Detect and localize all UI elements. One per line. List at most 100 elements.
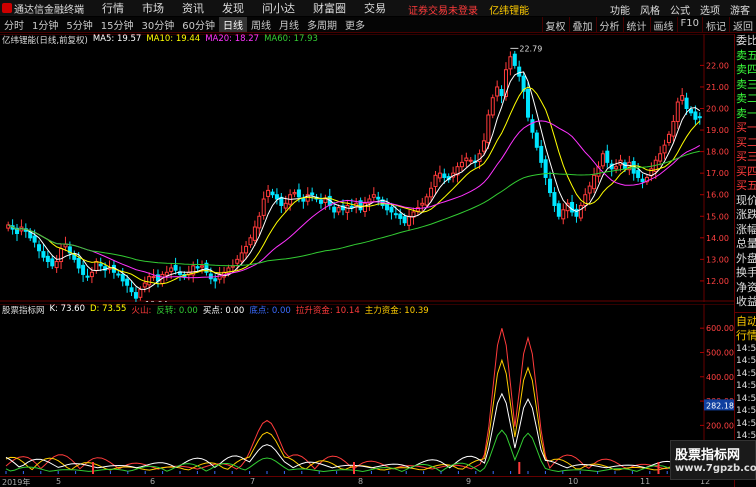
candle-body [318,199,323,204]
f10-button[interactable]: F10 [676,17,702,33]
menu-trade[interactable]: 交易 [364,0,386,16]
candle-body [389,206,394,213]
price-tick-label: 13.00 [706,255,729,264]
candle-body [468,159,473,162]
candle-body [495,86,500,97]
ma60-label: MA60: 17.93 [264,34,318,44]
tab-daily[interactable]: 日线 [218,17,247,32]
candle-body [570,201,575,213]
indicator-legend: 股票指标网 K: 73.60 D: 73.55 火山: 反转: 0.00 买点:… [2,304,429,316]
high-price-label: 22.79 [519,44,542,53]
candle-body [173,264,178,271]
ind-volcano: 火山: [131,306,152,316]
candle-body [323,198,328,203]
candle-body [658,153,663,162]
menu-guest[interactable]: 游客 [730,2,750,17]
tab-30min[interactable]: 30分钟 [137,17,178,32]
month-label: 7 [250,477,256,486]
candle-body [636,170,641,178]
chart-title: 亿纬锂能(日线,前复权) [2,36,88,46]
mark-button[interactable]: 标记 [702,17,729,33]
login-notice[interactable]: 证券交易未登录 [408,6,478,17]
tick-time: 14:50 [736,406,756,416]
candle-body [600,153,605,167]
candle-body [349,205,354,209]
tab-5min[interactable]: 5分钟 [62,17,96,32]
ma20-label: MA20: 18.27 [205,34,260,44]
side-label: 外盘 [736,251,756,265]
candle-body [688,108,693,114]
candle-body [252,226,257,241]
candle-body [481,140,486,152]
draw-button[interactable]: 画线 [649,17,677,33]
tick-time: 14:50 [736,381,756,391]
candle-body [539,145,544,163]
price-tick-label: 18.00 [706,148,729,157]
kline-svg[interactable]: 22.00 21.00 20.00 19.00 18.00 17.00 16.00 15.00… [0,34,734,302]
login-status: 证券交易未登录 亿纬锂能 [408,2,529,17]
side-label: 涨幅 [736,222,756,236]
tab-60min[interactable]: 60分钟 [178,17,219,32]
side-label: 卖三 [736,77,756,91]
candles [6,50,702,302]
adjust-button[interactable]: 复权 [541,17,569,33]
menu-options[interactable]: 选项 [700,2,720,17]
candle-body [499,89,504,97]
menu-ask[interactable]: 问小达 [262,0,295,16]
ind-k: K: 73.60 [49,304,85,314]
month-label: 8 [358,477,364,486]
tab-weekly[interactable]: 周线 [247,17,275,32]
price-tick-label: 19.00 [706,126,729,135]
back-button[interactable]: 返回 [729,17,756,33]
ind-tick-label: 400.00 [706,373,734,382]
tab-15min[interactable]: 15分钟 [97,17,138,32]
side-label: 卖四 [736,63,756,76]
candle-body [239,252,244,262]
tab-monthly[interactable]: 月线 [275,17,303,32]
menu-right: 功能 风格 公式 选项 游客 [610,2,750,17]
candle-body [292,192,297,195]
ind-pull-fund: 拉升资金: 10.14 [295,306,360,316]
candle-body [54,261,59,269]
app-logo: 通达信金融终端 [0,1,84,16]
menu-market[interactable]: 市场 [142,0,164,16]
indicator-svg[interactable]: 600.00500.00400.00300.00200.00100.00282.… [0,304,734,476]
menu-function[interactable]: 功能 [610,2,630,17]
candle-body [552,192,557,206]
menu-quotes[interactable]: 行情 [102,0,124,16]
candle-body [561,209,566,220]
ind-tick-label: 500.00 [706,348,734,357]
tab-1min[interactable]: 1分钟 [28,17,62,32]
candle-body [548,178,553,194]
side-label: 买四 [736,164,756,178]
tab-intraday[interactable]: 分时 [0,17,28,32]
candle-body [81,264,86,275]
tab-more[interactable]: 更多 [341,17,369,32]
menu-formula[interactable]: 公式 [670,2,690,17]
menu-style[interactable]: 风格 [640,2,660,17]
menu-news[interactable]: 资讯 [182,0,204,16]
ind-tick-label: 200.00 [706,421,734,430]
tab-multi-period[interactable]: 多周期 [303,17,341,32]
candle-body [208,273,213,280]
menu-wealth[interactable]: 财富圈 [313,0,346,16]
candle-body [526,89,530,118]
analysis-button[interactable]: 分析 [595,17,623,33]
candle-body [116,273,121,276]
candle-body [680,95,685,101]
side-label: 买五 [736,179,756,192]
candle-body [63,243,68,248]
menu-discover[interactable]: 发现 [222,0,244,16]
candle-body [605,150,610,163]
candle-body [376,196,381,200]
month-label: 5 [56,477,62,486]
side-label: 委比 [736,34,756,47]
stats-button[interactable]: 统计 [622,17,650,33]
kline-chart[interactable]: 22.00 21.00 20.00 19.00 18.00 17.00 16.00 15.00… [0,34,734,302]
candle-body [684,97,689,110]
overlay-button[interactable]: 叠加 [568,17,596,33]
candle-body [332,206,337,213]
candle-body [244,245,249,254]
indicator-chart[interactable]: 600.00500.00400.00300.00200.00100.00282.… [0,304,734,476]
candle-body [169,267,174,272]
